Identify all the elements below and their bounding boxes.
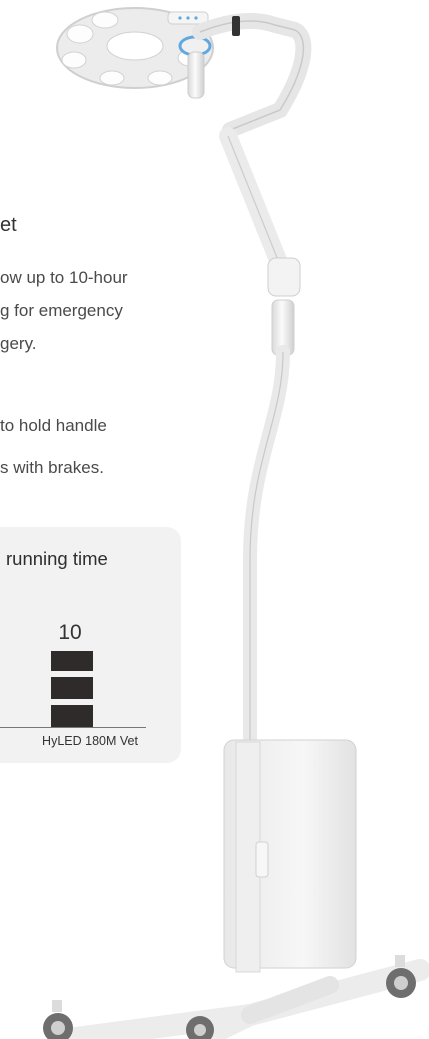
lamp-head xyxy=(56,7,214,99)
surgical-lamp-illustration xyxy=(43,7,429,1039)
caster-wheel-left xyxy=(43,1000,73,1039)
